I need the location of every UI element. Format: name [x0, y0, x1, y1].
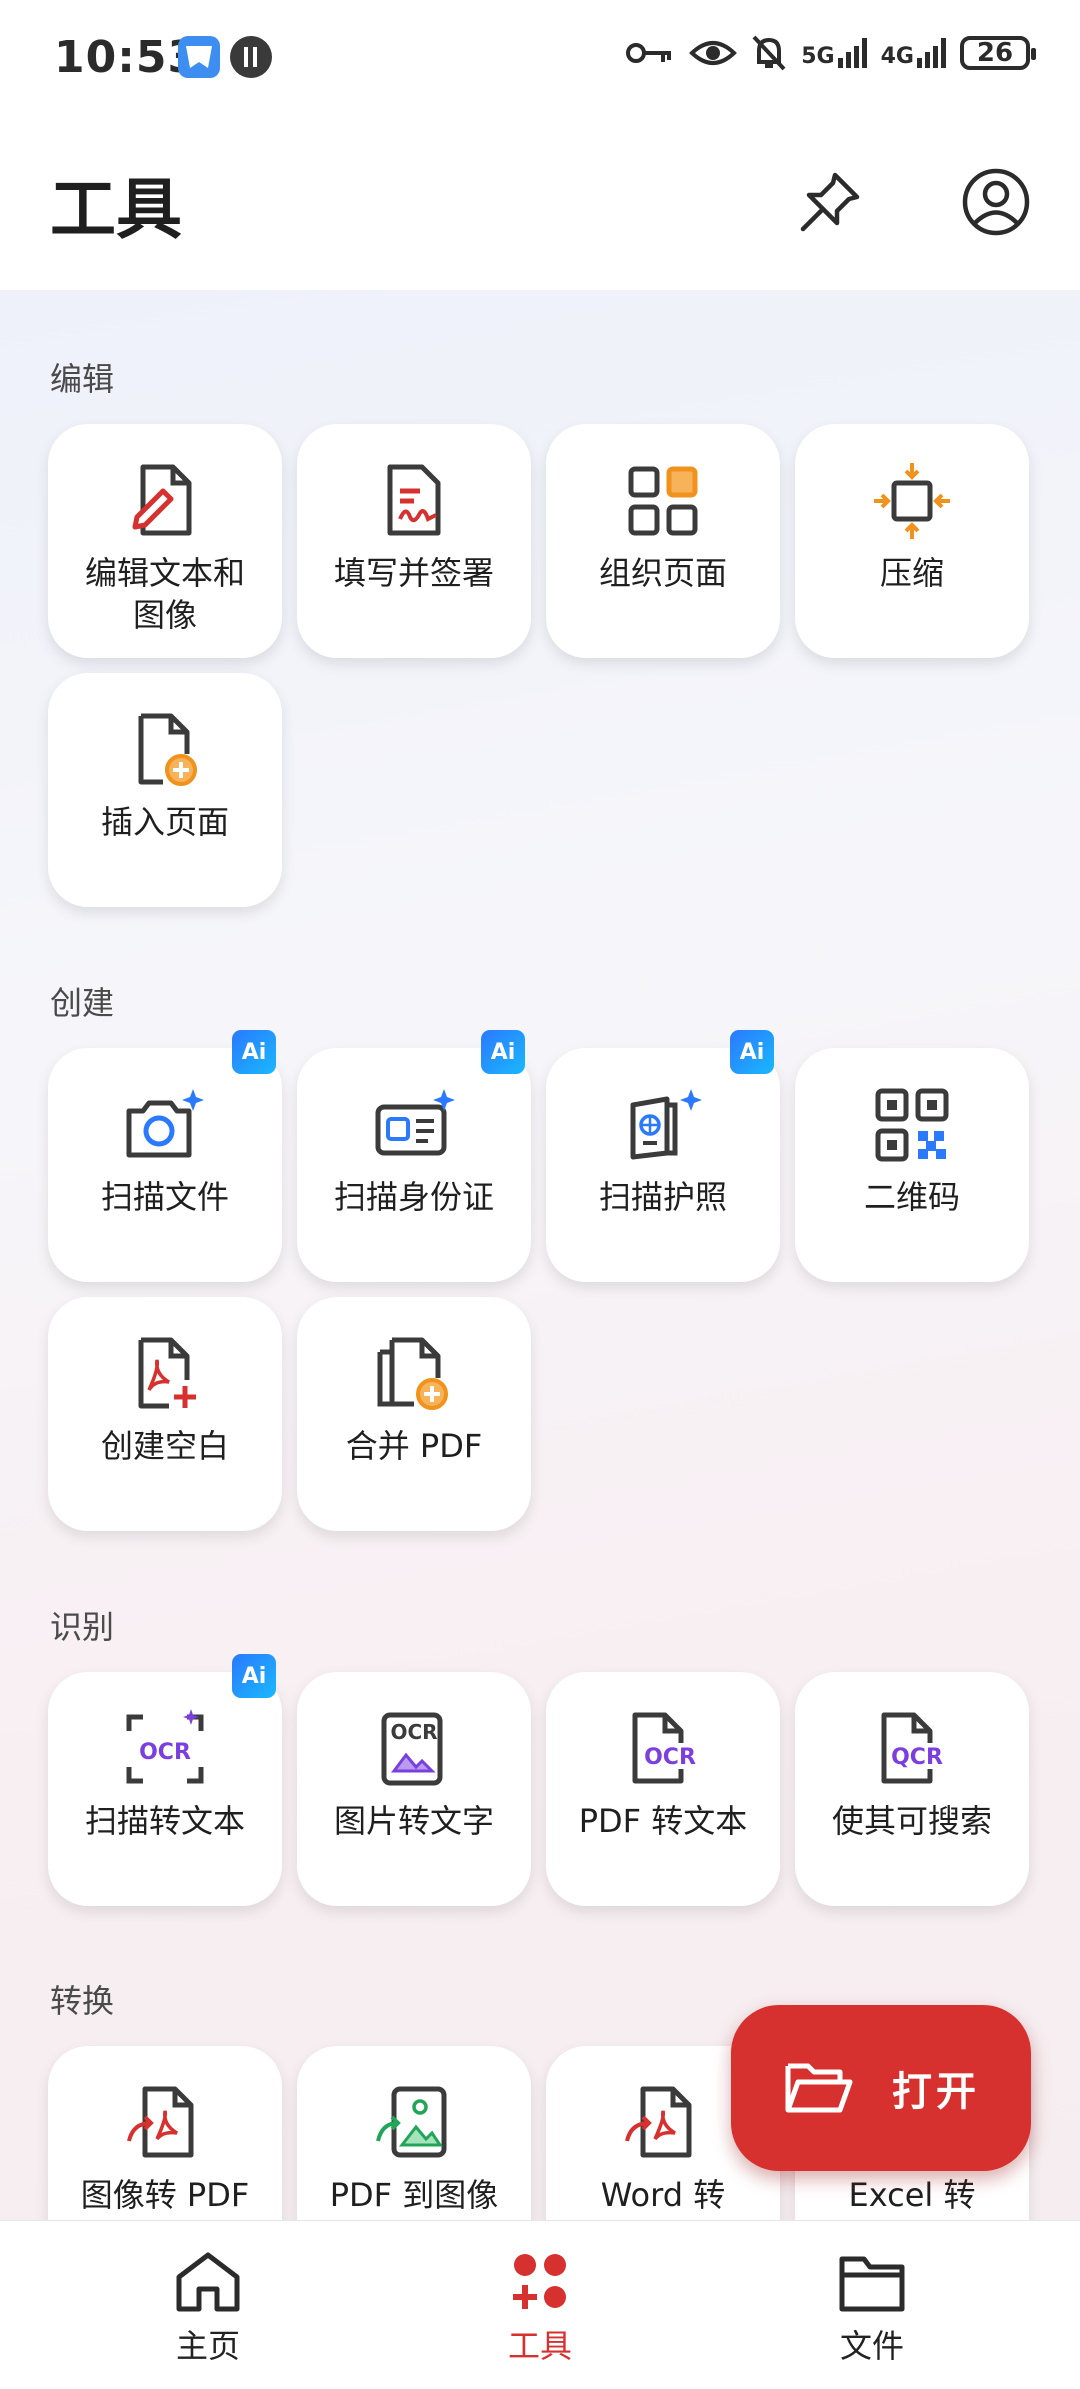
- battery-icon: 26: [960, 36, 1036, 70]
- svg-text:OCR: OCR: [390, 1720, 437, 1744]
- open-file-button[interactable]: 打开: [731, 2005, 1031, 2171]
- fill-sign-icon: [371, 458, 457, 544]
- tool-label: 压缩: [879, 554, 944, 592]
- tool-label: 扫描护照: [598, 1178, 727, 1216]
- tool-image-to-pdf[interactable]: 图像转 PDF: [48, 2046, 282, 2220]
- tool-organize-pages[interactable]: 组织页面: [546, 424, 780, 658]
- compress-icon: [869, 458, 955, 544]
- id-card-scan-icon: [371, 1082, 457, 1168]
- passport-scan-icon: [620, 1082, 706, 1168]
- word-to-pdf-icon: [620, 2080, 706, 2166]
- signal-4g-icon: 4G: [881, 38, 946, 68]
- tool-label: 填写并签署: [333, 554, 494, 592]
- section-title-edit: 编辑: [50, 360, 115, 398]
- folder-icon: [839, 2256, 905, 2312]
- ocr-scan-icon: OCR: [122, 1706, 208, 1792]
- tool-insert-page[interactable]: 插入页面: [48, 673, 282, 907]
- tool-label: 创建空白: [100, 1427, 229, 1465]
- app-notification-icon: [178, 36, 220, 78]
- tool-label: Word 转: [600, 2176, 726, 2214]
- edit-document-icon: [122, 458, 208, 544]
- ai-badge: Ai: [730, 1030, 774, 1074]
- tool-scan-file[interactable]: 扫描文件: [48, 1048, 282, 1282]
- tool-label: 扫描转文本: [84, 1802, 245, 1840]
- section-title-recognize: 识别: [50, 1608, 115, 1646]
- tool-make-searchable[interactable]: QCR 使其可搜索: [795, 1672, 1029, 1906]
- vpn-key-icon: [626, 43, 672, 63]
- tool-edit-text-images[interactable]: 编辑文本和 图像: [48, 424, 282, 658]
- nav-label-tools: 工具: [507, 2327, 572, 2365]
- tool-label: 合并 PDF: [345, 1427, 483, 1465]
- tool-pdf-to-image[interactable]: PDF 到图像: [297, 2046, 531, 2220]
- nav-item-files[interactable]: 文件: [772, 2249, 972, 2367]
- tools-content[interactable]: 编辑 编辑文本和 图像 填写并签署 组织页面 压缩 插入页面 创建 扫描文件 A…: [0, 290, 1080, 2220]
- home-icon: [176, 2252, 240, 2312]
- tool-label: PDF 转文本: [578, 1802, 748, 1840]
- battery-level: 26: [976, 38, 1014, 68]
- tool-scan-passport[interactable]: 扫描护照: [546, 1048, 780, 1282]
- svg-text:QCR: QCR: [891, 1745, 943, 1770]
- tool-label: PDF 到图像: [329, 2176, 499, 2214]
- tool-label: 使其可搜索: [831, 1802, 992, 1840]
- tool-scan-id-card[interactable]: 扫描身份证: [297, 1048, 531, 1282]
- nav-item-home[interactable]: 主页: [108, 2249, 308, 2367]
- searchable-ocr-icon: QCR: [869, 1706, 955, 1792]
- eye-icon: [689, 41, 738, 65]
- ai-badge: Ai: [232, 1030, 276, 1074]
- tool-create-blank[interactable]: 创建空白: [48, 1297, 282, 1531]
- ai-badge: Ai: [481, 1030, 525, 1074]
- tool-fill-sign[interactable]: 填写并签署: [297, 424, 531, 658]
- bell-off-icon: [752, 35, 786, 71]
- section-title-create: 创建: [50, 984, 115, 1022]
- tool-qr-code[interactable]: 二维码: [795, 1048, 1029, 1282]
- create-blank-pdf-icon: [122, 1331, 208, 1417]
- app-header: 工具: [0, 120, 1080, 290]
- tool-merge-pdf[interactable]: 合并 PDF: [297, 1297, 531, 1531]
- organize-pages-icon: [620, 458, 706, 544]
- page-title: 工具: [50, 171, 182, 248]
- nav-label-home: 主页: [175, 2327, 240, 2365]
- nav-label-files: 文件: [839, 2327, 904, 2365]
- open-file-label: 打开: [892, 2069, 980, 2115]
- tool-image-to-text[interactable]: OCR 图片转文字: [297, 1672, 531, 1906]
- tool-label: 组织页面: [598, 554, 727, 592]
- tool-label: 插入页面: [100, 803, 229, 841]
- bottom-navigation: 主页 工具 文件: [0, 2220, 1080, 2389]
- tool-scan-to-text[interactable]: OCR 扫描转文本: [48, 1672, 282, 1906]
- qr-code-icon: [869, 1082, 955, 1168]
- tool-label: 图片转文字: [333, 1802, 494, 1840]
- pdf-ocr-icon: OCR: [620, 1706, 706, 1792]
- nav-item-tools[interactable]: 工具: [440, 2249, 640, 2367]
- tool-label: 扫描文件: [100, 1178, 229, 1216]
- camera-scan-icon: [122, 1082, 208, 1168]
- tool-label: 二维码: [863, 1178, 960, 1216]
- section-title-convert: 转换: [50, 1982, 115, 2020]
- svg-text:OCR: OCR: [139, 1740, 191, 1765]
- tool-label: Excel 转: [848, 2176, 976, 2214]
- image-to-pdf-icon: [122, 2080, 208, 2166]
- app-notification-icon-2: [230, 36, 272, 78]
- tool-label: 图像转 PDF: [80, 2176, 250, 2214]
- signal-5g-icon: 5G: [801, 38, 867, 68]
- pin-icon[interactable]: [790, 162, 870, 242]
- account-icon[interactable]: [956, 162, 1036, 242]
- image-ocr-icon: OCR: [371, 1706, 457, 1792]
- folder-open-icon: [785, 2063, 853, 2113]
- pdf-to-image-icon: [371, 2080, 457, 2166]
- merge-pdf-icon: [371, 1331, 457, 1417]
- tool-label: 编辑文本和 图像: [84, 554, 245, 634]
- ai-badge: Ai: [232, 1654, 276, 1698]
- insert-page-icon: [122, 707, 208, 793]
- tools-icon: [513, 2254, 566, 2309]
- tool-pdf-to-text[interactable]: OCR PDF 转文本: [546, 1672, 780, 1906]
- svg-text:OCR: OCR: [644, 1745, 696, 1770]
- status-bar: 10:53 5G 4G 26: [0, 0, 1080, 120]
- tool-label: 扫描身份证: [333, 1178, 494, 1216]
- tool-compress[interactable]: 压缩: [795, 424, 1029, 658]
